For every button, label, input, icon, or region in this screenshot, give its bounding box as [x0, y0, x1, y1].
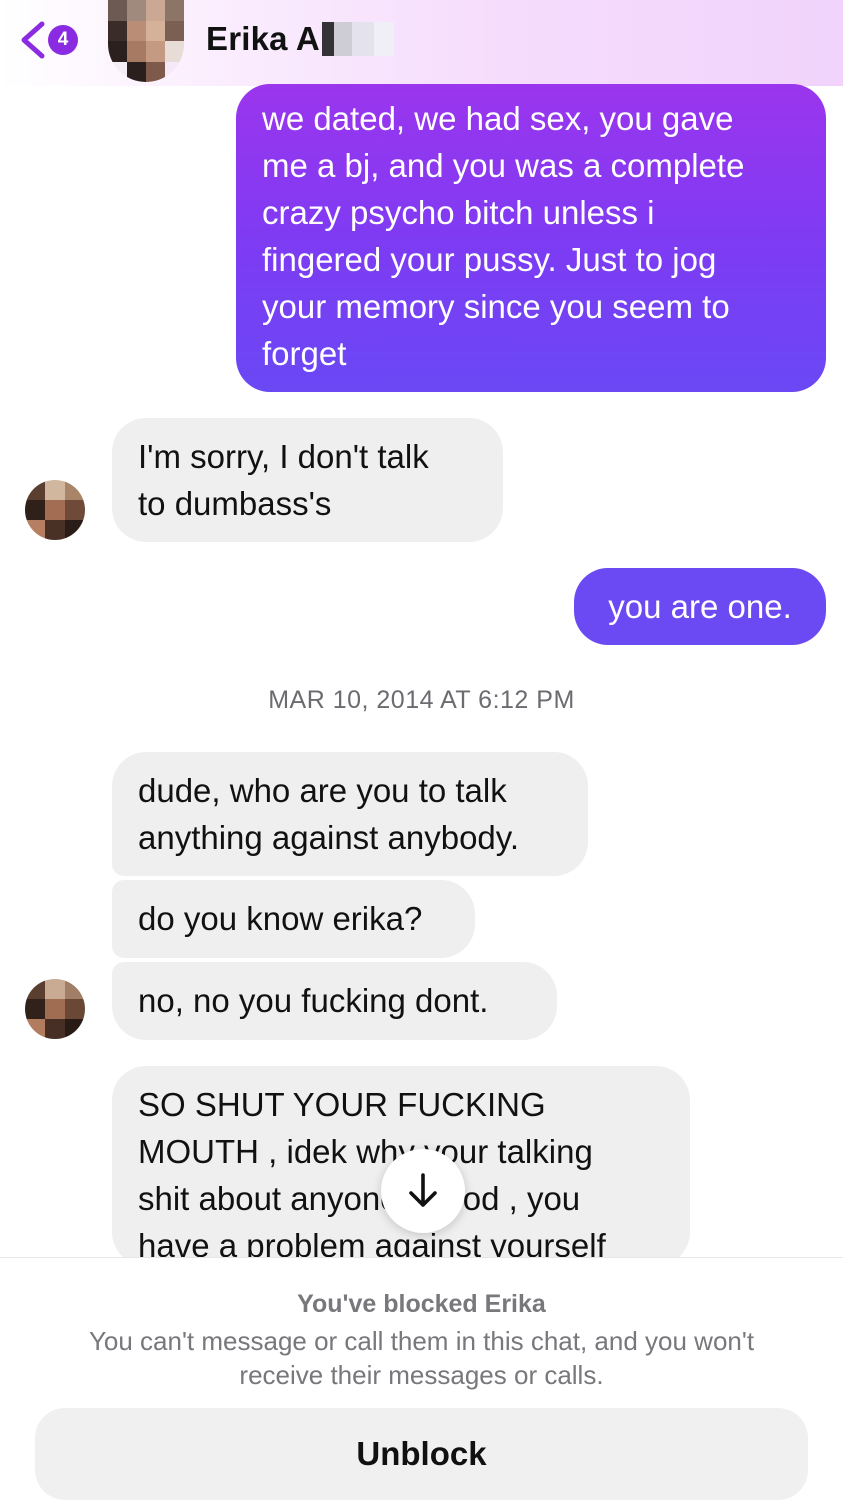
- unread-count-badge[interactable]: 4: [48, 25, 78, 55]
- name-redaction: [322, 22, 394, 56]
- arrow-down-icon: [409, 1173, 437, 1207]
- unblock-button[interactable]: Unblock: [35, 1408, 808, 1500]
- message-bubble-outgoing[interactable]: we dated, we had sex, you gave me a bj, …: [236, 84, 826, 392]
- message-timestamp: MAR 10, 2014 AT 6:12 PM: [268, 686, 575, 714]
- message-bubble-incoming[interactable]: do you know erika?: [112, 880, 475, 958]
- sender-avatar[interactable]: [25, 480, 85, 540]
- contact-name[interactable]: Erika A: [206, 20, 320, 58]
- message-bubble-outgoing[interactable]: you are one.: [574, 568, 826, 645]
- scroll-to-bottom-button[interactable]: [381, 1149, 465, 1233]
- chat-header: 4 Erika A: [0, 0, 843, 86]
- blocked-description: You can't message or call them in this c…: [88, 1326, 755, 1390]
- message-bubble-incoming[interactable]: no, no you fucking dont.: [112, 962, 557, 1040]
- message-bubble-incoming[interactable]: I'm sorry, I don't talk to dumbass's: [112, 418, 503, 542]
- blocked-panel: You've blocked Erika You can't message o…: [0, 1257, 843, 1501]
- chevron-left-icon[interactable]: [14, 18, 50, 62]
- sender-avatar[interactable]: [25, 979, 85, 1039]
- blocked-title: You've blocked Erika: [297, 1290, 546, 1318]
- contact-avatar[interactable]: [108, 0, 184, 82]
- message-bubble-incoming[interactable]: dude, who are you to talk anything again…: [112, 752, 588, 876]
